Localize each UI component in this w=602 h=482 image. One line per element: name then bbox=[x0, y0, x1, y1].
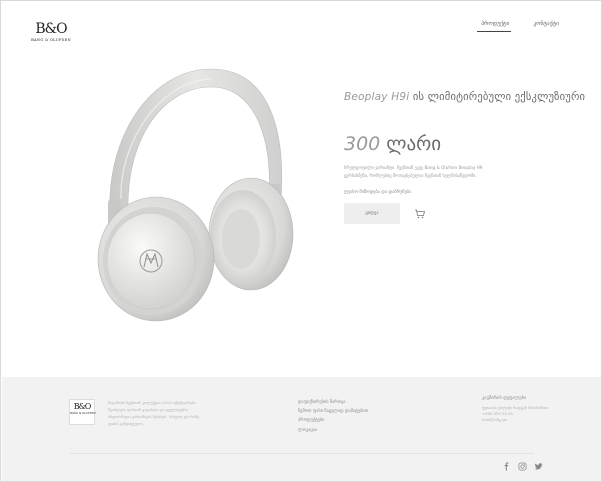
contact-email[interactable]: info@ბანგ.ge bbox=[482, 417, 548, 423]
footer-divider bbox=[70, 453, 534, 454]
nav-item-contact[interactable]: კონტაქტი bbox=[533, 21, 559, 32]
brand-logo[interactable]: B&O BANG & OLUFSEN bbox=[31, 21, 71, 42]
footer-link[interactable]: ლოკაცია bbox=[298, 426, 368, 435]
buy-row: ყიდვა bbox=[344, 203, 574, 224]
product-title: Beoplay H9i ის ლიმიტირებული ექსკლუზიური bbox=[344, 91, 585, 103]
cart-icon[interactable] bbox=[414, 208, 426, 220]
logo-wordmark: BANG & OLUFSEN bbox=[31, 38, 71, 42]
logo-mark: B&O bbox=[35, 21, 67, 37]
footer-about-text: მაღაზიის ჩვენთან კოლექცია 2014 აქსესუარე… bbox=[108, 400, 199, 426]
headphones-image bbox=[97, 68, 294, 322]
product-note: უფასო მიწოდება და დაბრუნება bbox=[344, 190, 412, 195]
buy-button[interactable]: ყიდვა bbox=[344, 203, 400, 224]
footer-logo[interactable]: B&O BANG & OLUFSEN bbox=[69, 399, 96, 425]
nav-item-product[interactable]: პროდუქტი bbox=[477, 21, 512, 32]
instagram-icon[interactable] bbox=[518, 462, 527, 471]
footer-logo-wordmark: BANG & OLUFSEN bbox=[70, 412, 96, 415]
twitter-icon[interactable] bbox=[534, 462, 543, 471]
social-links bbox=[502, 462, 543, 471]
footer-contact: კავშირის დეტალები ქუთაისი ქალაქი რადგან … bbox=[482, 396, 548, 424]
product-title-text: ის ლიმიტირებული ექსკლუზიური bbox=[409, 91, 586, 103]
footer-logo-mark: B&O bbox=[73, 402, 92, 411]
footer-link[interactable]: პროდუქტები bbox=[298, 416, 368, 425]
contact-heading: კავშირის დეტალები bbox=[482, 396, 527, 401]
product-info: Beoplay H9i ის ლიმიტირებული ექსკლუზიური … bbox=[344, 91, 585, 224]
product-model: Beoplay H9i bbox=[344, 91, 410, 103]
footer-links: დაფიქსირების მართვა ზემოთ ფასი ნაცვლად დ… bbox=[298, 398, 368, 435]
page: B&O BANG & OLUFSEN პროდუქტი კონტაქტი Beo… bbox=[0, 0, 602, 482]
footer: B&O BANG & OLUFSEN მაღაზიის ჩვენთან კოლე… bbox=[2, 377, 601, 481]
product-price: 300 ლარი bbox=[344, 133, 574, 155]
product-description: სრულყოფილი ვარიანტი. ჩვენთან უკვე Bang &… bbox=[344, 165, 483, 178]
footer-link[interactable]: ზემოთ ფასი ნაცვლად დამატებით bbox=[298, 407, 368, 416]
facebook-icon[interactable] bbox=[502, 462, 511, 471]
main-nav: პროდუქტი კონტაქტი bbox=[477, 21, 559, 32]
price-currency: ლარი bbox=[380, 133, 442, 155]
footer-link[interactable]: დაფიქსირების მართვა bbox=[298, 398, 368, 407]
price-number: 300 bbox=[344, 133, 381, 155]
